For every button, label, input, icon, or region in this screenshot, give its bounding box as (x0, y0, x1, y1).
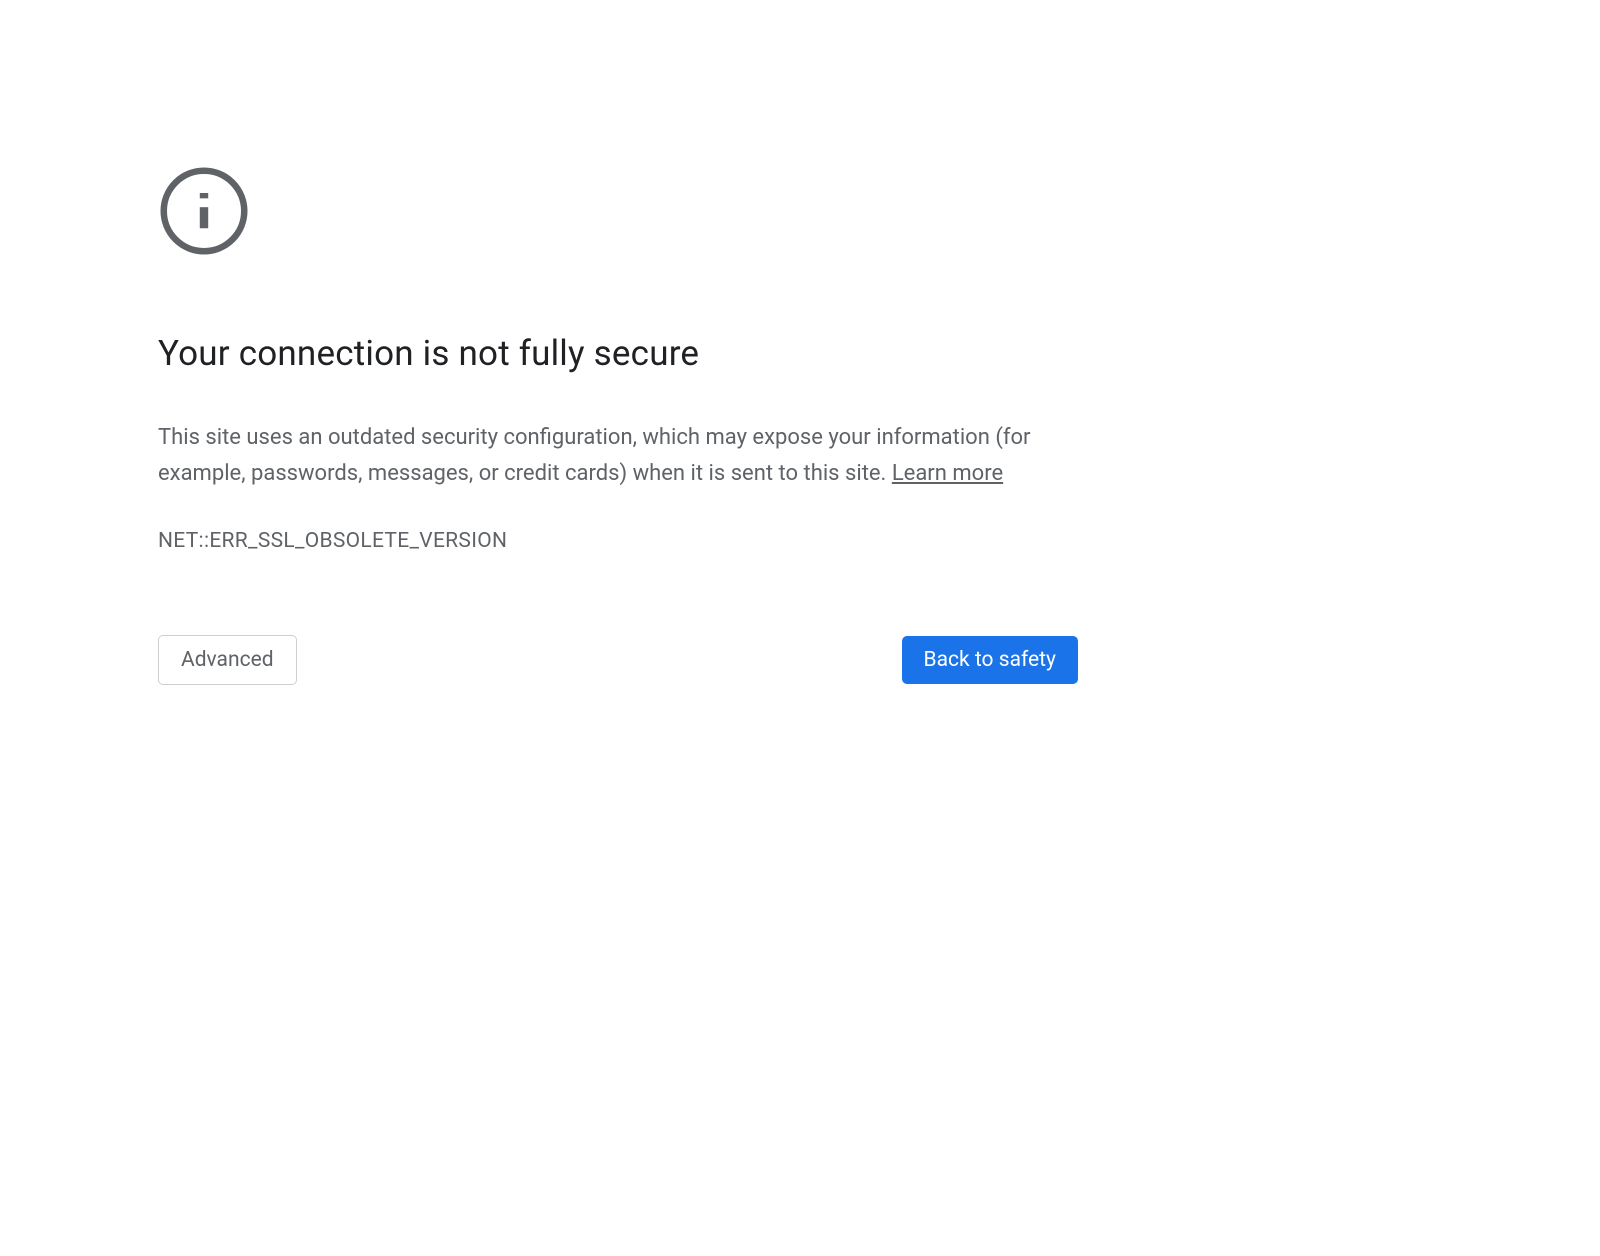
learn-more-link[interactable]: Learn more (892, 461, 1003, 486)
button-row: Advanced Back to safety (158, 635, 1078, 685)
advanced-button[interactable]: Advanced (158, 635, 297, 685)
warning-description: This site uses an outdated security conf… (158, 420, 1078, 493)
info-icon (158, 165, 1078, 261)
security-warning-page: Your connection is not fully secure This… (158, 0, 1078, 685)
page-heading: Your connection is not fully secure (158, 333, 1078, 374)
back-to-safety-button[interactable]: Back to safety (902, 636, 1078, 684)
error-code: NET::ERR_SSL_OBSOLETE_VERSION (158, 529, 1078, 553)
